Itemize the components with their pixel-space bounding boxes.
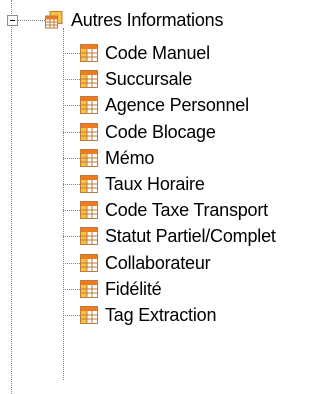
tree-node-tag-extraction[interactable]: Tag Extraction <box>80 302 216 328</box>
table-field-icon <box>80 227 98 245</box>
tree-node-label: Fidélité <box>105 279 162 299</box>
tree-connector-children <box>63 28 64 380</box>
table-field-icon <box>80 201 98 219</box>
tree-node-label: Code Blocage <box>105 122 216 142</box>
tree-node-label: Taux Horaire <box>105 174 205 194</box>
tree-connector-child <box>63 79 80 80</box>
tree-node-statut-partiel-complet[interactable]: Statut Partiel/Complet <box>80 223 276 249</box>
tree-connector-child <box>63 53 80 54</box>
tree-node-succursale[interactable]: Succursale <box>80 66 192 92</box>
tree-connector-child <box>63 132 80 133</box>
tree-connector-child <box>63 289 80 290</box>
tree-node-memo[interactable]: Mémo <box>80 145 154 171</box>
tree-node-label: Collaborateur <box>105 253 211 273</box>
table-field-icon <box>80 96 98 114</box>
tree-connector-child <box>63 158 80 159</box>
table-field-icon <box>80 70 98 88</box>
tree-node-code-taxe-transport[interactable]: Code Taxe Transport <box>80 197 268 223</box>
tree-connector-outer <box>11 0 12 394</box>
tree-node-collaborateur[interactable]: Collaborateur <box>80 250 211 276</box>
tree-node-code-blocage[interactable]: Code Blocage <box>80 119 216 145</box>
tree-node-agence-personnel[interactable]: Agence Personnel <box>80 92 249 118</box>
tree-node-label: Tag Extraction <box>105 305 217 325</box>
tree-node-label: Succursale <box>105 69 193 89</box>
tree-view: Autres Informations Code Manuel Succursal… <box>0 0 333 394</box>
tree-connector-child <box>63 105 80 106</box>
tree-node-autres-informations[interactable]: Autres Informations <box>45 7 223 33</box>
tree-node-taux-horaire[interactable]: Taux Horaire <box>80 171 205 197</box>
tree-connector-child <box>63 236 80 237</box>
tree-node-code-manuel[interactable]: Code Manuel <box>80 40 210 66</box>
tree-connector-child <box>63 315 80 316</box>
tree-node-label: Autres Informations <box>71 10 224 30</box>
table-field-icon <box>80 280 98 298</box>
table-field-icon <box>80 149 98 167</box>
tree-node-label: Code Taxe Transport <box>105 200 268 220</box>
tree-connector-child <box>63 263 80 264</box>
table-field-icon <box>80 175 98 193</box>
tree-node-label: Mémo <box>105 148 155 168</box>
tree-node-fidelite[interactable]: Fidélité <box>80 276 162 302</box>
tree-node-label: Code Manuel <box>105 43 210 63</box>
table-field-icon <box>80 44 98 62</box>
table-field-icon <box>80 254 98 272</box>
table-field-icon <box>80 123 98 141</box>
tree-connector-child <box>63 210 80 211</box>
table-group-icon <box>45 11 63 29</box>
tree-connector-child <box>63 184 80 185</box>
table-field-icon <box>80 306 98 324</box>
collapse-toggle[interactable] <box>7 15 18 26</box>
minus-icon <box>10 20 15 21</box>
tree-node-label: Statut Partiel/Complet <box>105 226 276 246</box>
tree-connector-root <box>17 20 45 21</box>
tree-node-label: Agence Personnel <box>105 95 249 115</box>
